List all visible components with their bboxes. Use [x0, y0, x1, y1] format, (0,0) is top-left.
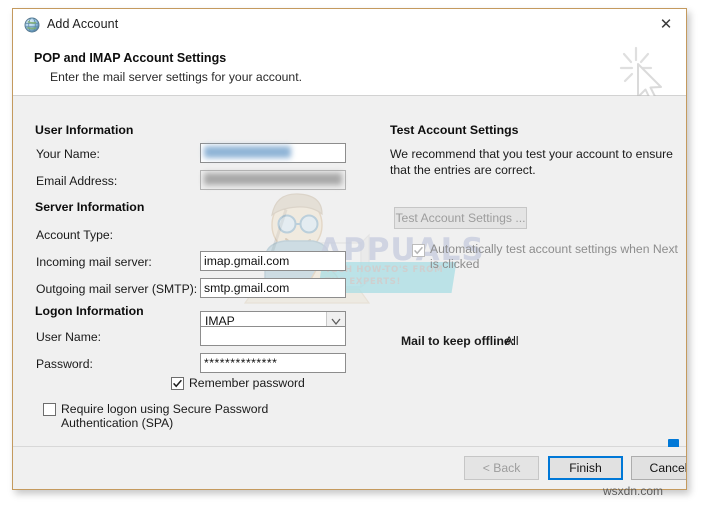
section-server-information: Server Information: [35, 200, 145, 214]
dialog-footer: < Back Finish Cancel: [13, 447, 686, 489]
cursor-sparkle-icon: [616, 44, 668, 102]
close-icon[interactable]: ✕: [654, 14, 678, 36]
label-user-name: User Name:: [36, 330, 102, 344]
test-account-settings-description: We recommend that you test your account …: [390, 147, 673, 177]
label-mail-to-keep-offline: Mail to keep offline:: [401, 334, 515, 348]
add-account-dialog: Add Account ✕ POP and IMAP Account Setti…: [12, 8, 687, 490]
auto-test-checkbox[interactable]: [412, 244, 425, 257]
outgoing-mail-server-input[interactable]: smtp.gmail.com: [200, 278, 346, 298]
label-auto-test[interactable]: Automatically test account settings when…: [430, 242, 678, 272]
section-user-information: User Information: [35, 123, 134, 137]
label-account-type: Account Type:: [36, 228, 114, 242]
test-account-settings-button[interactable]: Test Account Settings ...: [394, 207, 527, 229]
incoming-mail-server-input[interactable]: imap.gmail.com: [200, 251, 346, 271]
page-subtitle: Enter the mail server settings for your …: [50, 70, 302, 84]
remember-password-checkbox[interactable]: [171, 377, 184, 390]
label-password: Password:: [36, 357, 93, 371]
password-input[interactable]: **************: [200, 353, 346, 373]
label-remember-password[interactable]: Remember password: [189, 376, 305, 390]
section-logon-information: Logon Information: [35, 304, 144, 318]
label-outgoing-mail-server: Outgoing mail server (SMTP):: [36, 282, 198, 296]
globe-icon: [24, 17, 40, 33]
user-name-input[interactable]: [200, 326, 346, 346]
label-email-address: Email Address:: [36, 174, 118, 188]
require-spa-checkbox[interactable]: [43, 403, 56, 416]
label-incoming-mail-server: Incoming mail server:: [36, 255, 152, 269]
finish-button[interactable]: Finish: [548, 456, 623, 480]
window-title: Add Account: [47, 17, 119, 31]
dialog-header: POP and IMAP Account Settings Enter the …: [13, 42, 686, 101]
your-name-redaction: [204, 146, 291, 158]
page-title: POP and IMAP Account Settings: [34, 51, 227, 65]
back-button[interactable]: < Back: [464, 456, 539, 480]
cancel-button[interactable]: Cancel: [631, 456, 686, 480]
title-bar: Add Account ✕: [13, 9, 686, 42]
mail-offline-value: All: [505, 334, 519, 348]
label-require-spa[interactable]: Require logon using Secure Password Auth…: [61, 402, 346, 430]
email-address-redaction: [204, 173, 342, 185]
section-test-account-settings: Test Account Settings: [390, 123, 519, 137]
label-your-name: Your Name:: [36, 147, 100, 161]
dialog-body: APPUALS TECH HOW-TO'S FROM THE EXPERTS! …: [13, 96, 686, 463]
